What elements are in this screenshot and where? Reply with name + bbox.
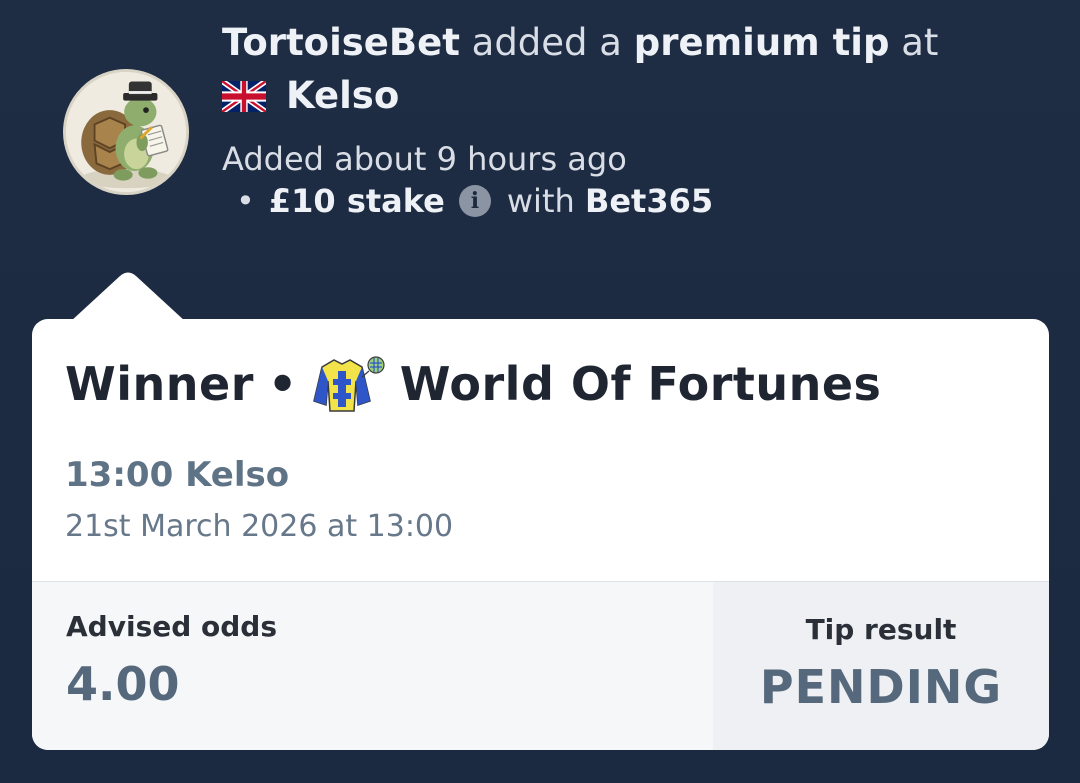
title-separator: • xyxy=(267,357,298,411)
advised-odds-panel: Advised odds 4.00 xyxy=(32,582,713,750)
result-status: PENDING xyxy=(759,659,1003,714)
tip-notification: TortoiseBet added a premium tip at Kelso… xyxy=(0,0,1080,783)
tip-kind: premium tip xyxy=(633,21,890,64)
tortoise-avatar-image xyxy=(66,72,186,192)
bookmaker-name[interactable]: Bet365 xyxy=(585,181,713,221)
headline-action: added a xyxy=(459,21,634,64)
card-selection: Winner • World Of Fortunes 13:00 Kelso 2… xyxy=(32,319,1049,581)
tortoise-avatar[interactable] xyxy=(63,69,189,195)
info-icon[interactable]: i xyxy=(458,185,491,217)
selection-name[interactable]: World Of Fortunes xyxy=(400,357,882,411)
card-pointer xyxy=(70,272,186,322)
odds-value: 4.00 xyxy=(66,657,180,711)
jockey-silks-icon xyxy=(312,356,385,412)
race-name[interactable]: 13:00 Kelso xyxy=(65,455,1016,495)
venue-line: Kelso xyxy=(222,73,938,119)
tipster-name[interactable]: TortoiseBet xyxy=(222,21,460,64)
odds-label: Advised odds xyxy=(66,610,277,643)
stake-amount: £10 stake xyxy=(268,182,445,220)
result-label: Tip result xyxy=(805,612,957,646)
venue-name[interactable]: Kelso xyxy=(286,73,399,119)
added-time: Added about 9 hours ago xyxy=(222,140,627,178)
market-label: Winner xyxy=(65,357,254,411)
with-text: with xyxy=(506,182,575,220)
headline-at: at xyxy=(889,21,939,64)
selection-title: Winner • World Of Fortunes xyxy=(65,355,1016,413)
card-footer: Advised odds 4.00 Tip result PENDING xyxy=(32,581,1049,750)
tip-card[interactable]: Winner • World Of Fortunes 13:00 Kelso 2… xyxy=(32,319,1049,750)
headline: TortoiseBet added a premium tip at xyxy=(222,20,938,66)
bullet-separator: • xyxy=(236,182,255,220)
uk-flag-icon xyxy=(222,80,266,112)
tip-result-panel: Tip result PENDING xyxy=(713,582,1049,750)
tip-header: TortoiseBet added a premium tip at Kelso… xyxy=(222,20,938,221)
race-datetime: 21st March 2026 at 13:00 xyxy=(65,509,454,544)
stake-line: • £10 stake i with Bet365 xyxy=(222,181,938,221)
